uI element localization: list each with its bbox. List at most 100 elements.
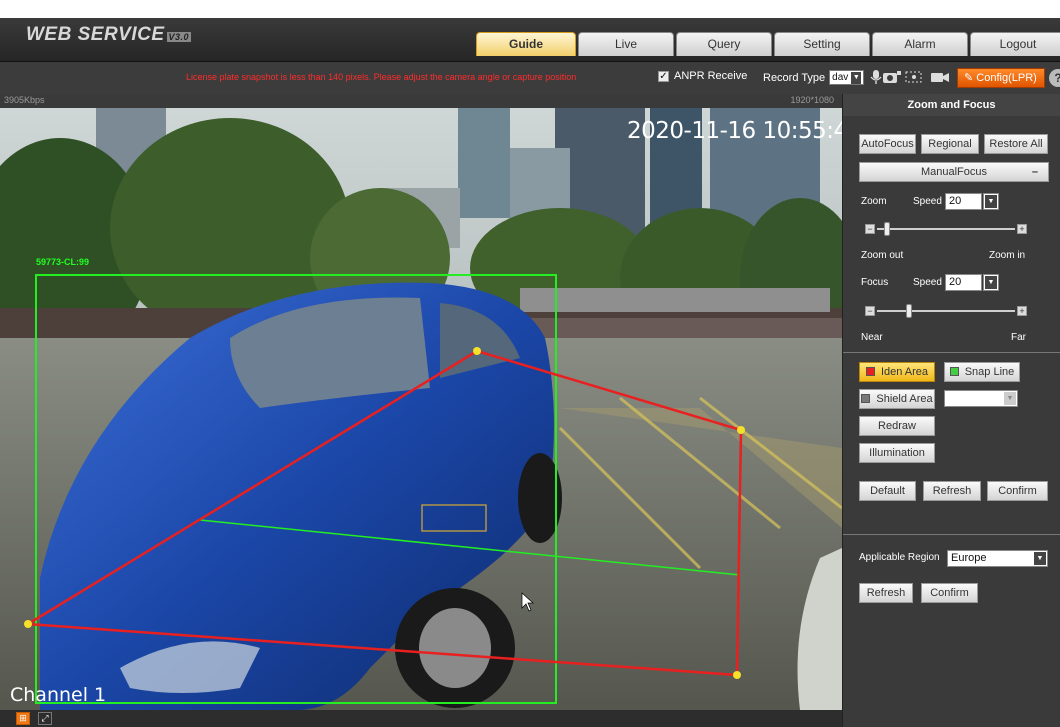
main-tabs: Guide Live Query Setting Alarm Logout xyxy=(476,32,1060,56)
snap-line-button[interactable]: Snap Line xyxy=(944,362,1020,382)
shield-area-button[interactable]: Shield Area xyxy=(859,389,935,409)
zoom-slider-thumb[interactable] xyxy=(883,222,890,236)
far-label: Far xyxy=(1011,332,1026,343)
zoom-slider[interactable]: − + xyxy=(865,222,1027,236)
focus-label: Focus xyxy=(861,277,889,288)
mouse-cursor-icon xyxy=(521,592,534,612)
app-header: WEB SERVICE V3.0 Guide Live Query Setting… xyxy=(0,18,1060,62)
fullscreen-icon[interactable]: ⤢ xyxy=(38,712,52,725)
plate-recognition-label: 59773-CL:99 xyxy=(36,257,90,267)
collapse-icon: – xyxy=(1031,166,1038,178)
iden-area-polygon xyxy=(27,349,743,677)
status-bar: License plate snapshot is less than 140 … xyxy=(0,62,1060,94)
applicable-region-select[interactable]: Europe ▼ xyxy=(947,550,1048,567)
manual-focus-button[interactable]: ManualFocus – xyxy=(859,162,1049,182)
zoom-label: Zoom xyxy=(861,196,887,207)
zoom-speed-label: Speed xyxy=(913,196,942,207)
plate-box xyxy=(421,504,487,532)
focus-speed-label: Speed xyxy=(913,277,942,288)
tab-setting[interactable]: Setting xyxy=(774,32,870,56)
chevron-down-icon: ▼ xyxy=(1034,552,1046,565)
region-confirm-button[interactable]: Confirm xyxy=(921,583,978,603)
tab-live[interactable]: Live xyxy=(578,32,674,56)
zoom-out-label: Zoom out xyxy=(861,250,904,261)
tab-guide[interactable]: Guide xyxy=(476,32,576,56)
snap-line xyxy=(199,519,741,576)
focus-slider[interactable]: − + xyxy=(865,304,1027,318)
focus-speed-select[interactable]: 20 xyxy=(945,274,982,291)
focus-far-icon[interactable]: + xyxy=(1017,306,1027,316)
detection-overlay xyxy=(24,274,745,704)
iden-area-handle xyxy=(473,347,481,355)
zoom-speed-select[interactable]: 20 xyxy=(945,193,982,210)
detection-box xyxy=(35,274,557,704)
app-logo: WEB SERVICE V3.0 xyxy=(26,24,192,46)
record-type-value: dav xyxy=(832,72,849,83)
snap-line-swatch xyxy=(949,367,959,376)
applicable-region-value: Europe xyxy=(951,552,987,564)
tab-query[interactable]: Query xyxy=(676,32,772,56)
bitrate-readout: 3905Kbps xyxy=(4,95,45,105)
redraw-button[interactable]: Redraw xyxy=(859,416,935,436)
top-strip xyxy=(0,0,1060,18)
anpr-receive: ✓ ANPR Receive xyxy=(658,70,747,82)
focus-slider-thumb[interactable] xyxy=(906,304,913,318)
default-button[interactable]: Default xyxy=(859,481,916,501)
confirm-button[interactable]: Confirm xyxy=(987,481,1048,501)
panel-divider xyxy=(843,534,1060,535)
zoom-in-label: Zoom in xyxy=(989,250,1026,261)
resolution-readout: 1920*1080 xyxy=(790,95,834,105)
focus-speed-dropdown[interactable]: ▼ xyxy=(983,274,999,291)
chevron-down-icon: ▼ xyxy=(985,276,997,289)
record-type-label: Record Type xyxy=(763,71,826,84)
chevron-down-icon: ▼ xyxy=(1004,392,1016,405)
record-type: Record Type dav ▼ xyxy=(763,70,865,85)
panel-title: Zoom and Focus xyxy=(843,94,1060,116)
snap-line-label: Snap Line xyxy=(964,366,1015,378)
plate-size-warning: License plate snapshot is less than 140 … xyxy=(186,72,577,82)
video-bottom-bar: ⊞ ⤢ xyxy=(0,710,842,727)
focus-slider-track xyxy=(877,310,1015,312)
zoom-slider-track xyxy=(877,228,1015,230)
zoom-speed-dropdown[interactable]: ▼ xyxy=(983,193,999,210)
zoom-speed-value: 20 xyxy=(949,195,962,207)
anpr-receive-checkbox[interactable]: ✓ xyxy=(658,70,669,82)
iden-area-handle xyxy=(737,426,745,434)
help-icon[interactable]: ? xyxy=(1049,69,1060,87)
wrench-icon: ✎ xyxy=(964,72,974,84)
refresh-button[interactable]: Refresh xyxy=(923,481,981,501)
logo-version: V3.0 xyxy=(166,32,192,42)
iden-area-label: Iden Area xyxy=(880,366,929,378)
video-timestamp: 2020-11-16 10:55:42 xyxy=(627,118,862,144)
snapshot-icon[interactable] xyxy=(882,69,902,85)
config-lpr-label: Config(LPR) xyxy=(976,72,1037,84)
near-label: Near xyxy=(861,332,883,343)
illumination-button[interactable]: Illumination xyxy=(859,443,935,463)
shield-area-label: Shield Area xyxy=(876,393,933,405)
region-capture-icon[interactable] xyxy=(904,69,924,85)
logo-text: WEB SERVICE xyxy=(26,24,165,45)
zoom-in-icon[interactable]: + xyxy=(1017,224,1027,234)
config-lpr-button[interactable]: ✎ Config(LPR) xyxy=(957,68,1045,88)
iden-area-handle xyxy=(733,671,741,679)
record-camera-icon[interactable] xyxy=(930,69,950,85)
regional-button[interactable]: Regional xyxy=(921,134,979,154)
autofocus-button[interactable]: AutoFocus xyxy=(859,134,916,154)
shield-area-swatch xyxy=(861,394,871,403)
tab-logout[interactable]: Logout xyxy=(970,32,1060,56)
anpr-receive-label: ANPR Receive xyxy=(674,70,748,82)
iden-area-button[interactable]: Iden Area xyxy=(859,362,935,382)
restore-all-button[interactable]: Restore All xyxy=(984,134,1048,154)
split-screen-icon[interactable]: ⊞ xyxy=(16,712,30,725)
shield-area-select[interactable]: ▼ xyxy=(944,390,1018,407)
chevron-down-icon: ▼ xyxy=(985,195,997,208)
focus-near-icon[interactable]: − xyxy=(865,306,875,316)
video-info-bar: 3905Kbps 1920*1080 xyxy=(0,94,842,108)
region-refresh-button[interactable]: Refresh xyxy=(859,583,913,603)
live-video-view[interactable] xyxy=(0,108,842,710)
record-type-select[interactable]: dav ▼ xyxy=(829,70,865,85)
zoom-out-icon[interactable]: − xyxy=(865,224,875,234)
tab-alarm[interactable]: Alarm xyxy=(872,32,968,56)
panel-divider xyxy=(843,352,1060,353)
iden-area-swatch xyxy=(865,367,875,376)
